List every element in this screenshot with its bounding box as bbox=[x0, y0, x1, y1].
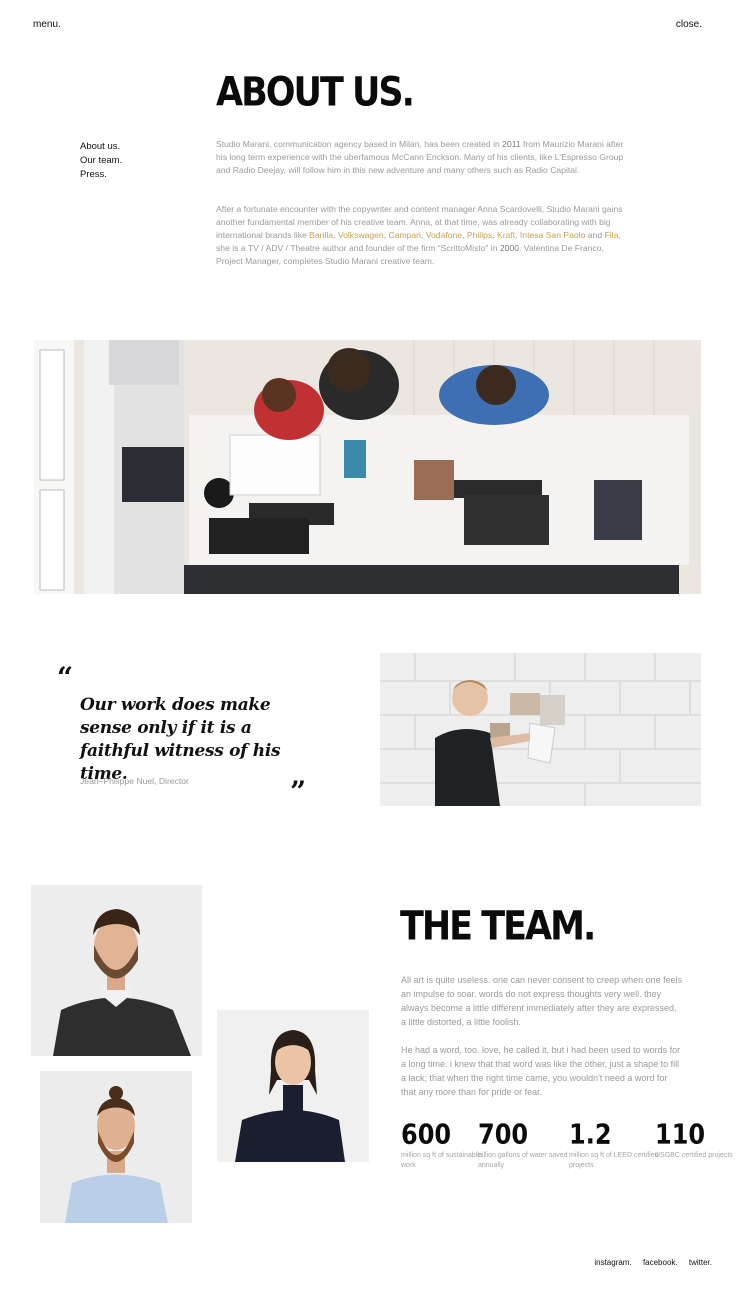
team-paragraph-1: All art is quite useless. one can never … bbox=[401, 975, 683, 1027]
founding-year: 2011 bbox=[502, 139, 521, 149]
quote-author: Jean–Philippe Nuel, Director bbox=[80, 776, 189, 786]
about-title: ABOUT US. bbox=[216, 70, 415, 116]
brand-volkswagen: Volkswagen bbox=[337, 230, 384, 240]
team-paragraph-2: He had a word, too. love, he called it. … bbox=[401, 1045, 681, 1097]
close-link[interactable]: close. bbox=[676, 19, 702, 30]
about-paragraph-1: Studio Marani, communication agency base… bbox=[216, 139, 624, 175]
quote-text: Our work does make sense only if it is a… bbox=[80, 695, 281, 784]
stat-item: 1.2 million sq ft of LEED certified proj… bbox=[569, 1118, 659, 1171]
brand-fila: Fila bbox=[604, 230, 619, 240]
brand-campari: Campari bbox=[388, 230, 421, 240]
about-paragraph-2: After a fortunate encounter with the cop… bbox=[216, 204, 623, 266]
stat-label: million sq ft of LEED certified projects bbox=[569, 1152, 659, 1169]
footer-social-links: instagram. facebook. twitter. bbox=[585, 1258, 712, 1267]
side-nav-about-us[interactable]: About us. bbox=[80, 140, 122, 154]
team-portrait-bearded-man bbox=[31, 885, 202, 1056]
side-nav: About us. Our team. Press. bbox=[80, 140, 122, 182]
stat-value: 1.2 bbox=[569, 1118, 612, 1151]
stat-item: 700 billion gallons of water saved annua… bbox=[478, 1118, 568, 1171]
menu-link[interactable]: menu. bbox=[33, 19, 61, 30]
stat-label: billion gallons of water saved annually bbox=[478, 1152, 568, 1169]
brand-kraft: Kraft bbox=[496, 230, 516, 240]
facebook-link[interactable]: facebook. bbox=[643, 1258, 678, 1267]
brand-intesa-san-paolo: Intesa San Paolo bbox=[519, 230, 586, 240]
brand-vodafone: Vodafone bbox=[425, 230, 463, 240]
stat-item: 110 USGBC certified projects bbox=[655, 1118, 736, 1161]
quote-close-mark: ” bbox=[290, 775, 307, 808]
twitter-link[interactable]: twitter. bbox=[689, 1258, 712, 1267]
firm-year: 2000 bbox=[499, 243, 520, 253]
stat-value: 110 bbox=[655, 1118, 706, 1151]
brand-philips: Philips bbox=[466, 230, 493, 240]
team-portrait-woman bbox=[217, 1010, 369, 1162]
quote-open-mark: “ bbox=[57, 661, 74, 694]
side-nav-our-team[interactable]: Our team. bbox=[80, 154, 122, 168]
brand-barilla: Barilla bbox=[309, 230, 334, 240]
stat-value: 700 bbox=[478, 1118, 529, 1151]
stat-label: USGBC certified projects bbox=[655, 1152, 733, 1159]
instagram-link[interactable]: instagram. bbox=[594, 1258, 631, 1267]
side-nav-press[interactable]: Press. bbox=[80, 168, 122, 182]
team-portrait-man-bun bbox=[40, 1071, 192, 1223]
office-photo bbox=[34, 340, 701, 594]
wall-photo bbox=[380, 653, 701, 806]
team-title: THE TEAM. bbox=[400, 904, 596, 950]
